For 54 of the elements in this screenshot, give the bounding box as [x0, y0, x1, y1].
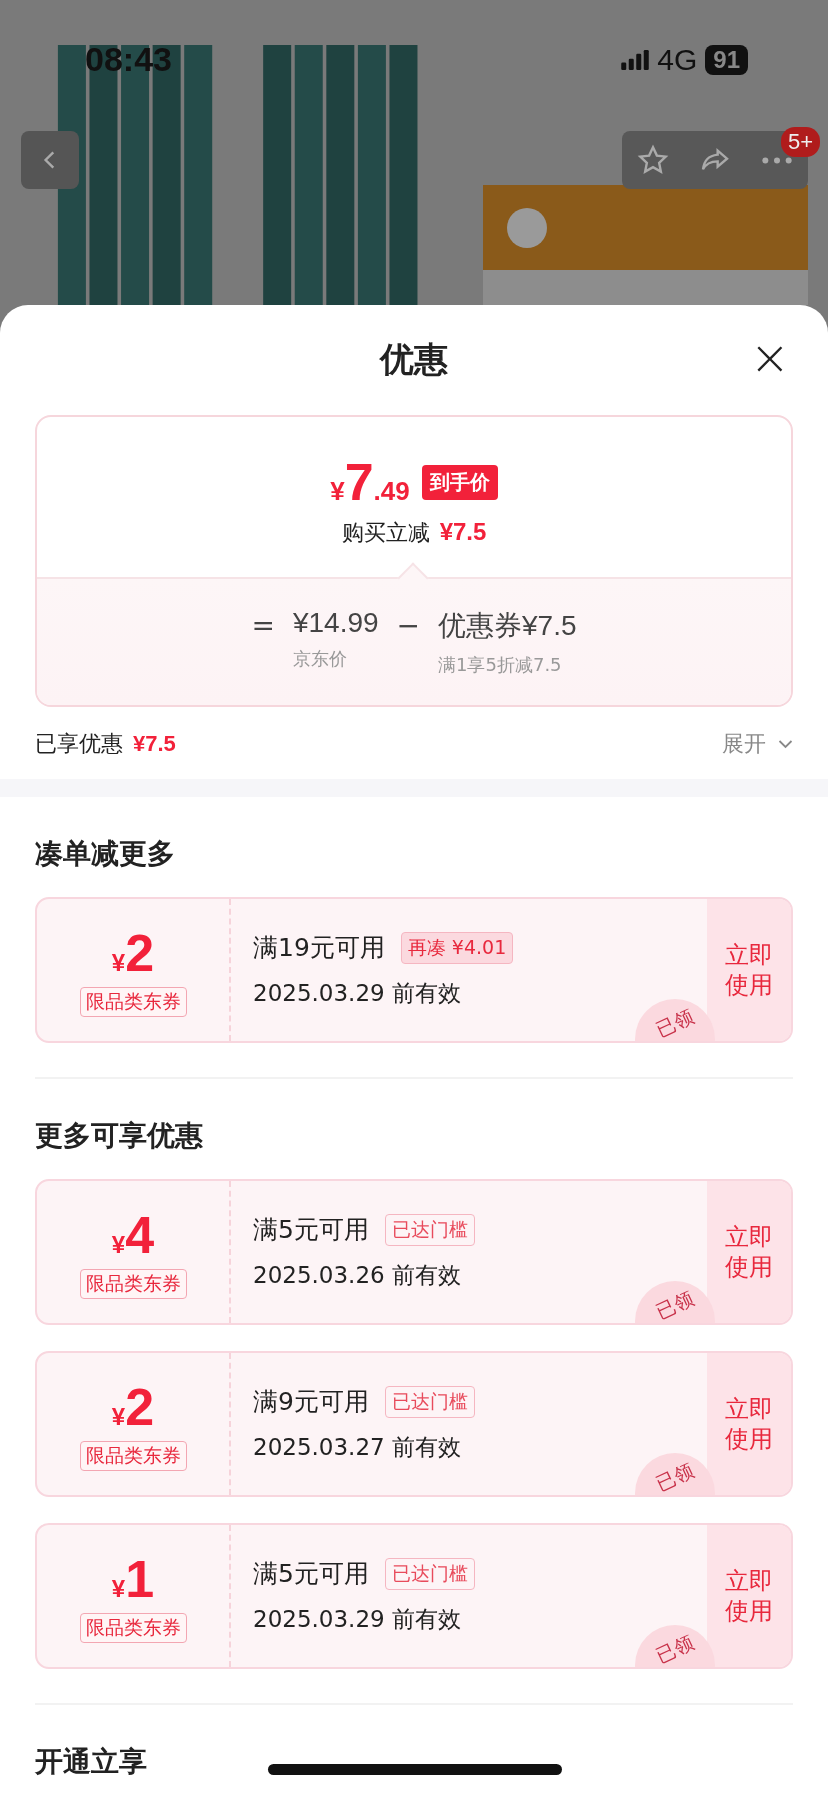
coupon-type-tag: 限品类东券 [79, 1269, 187, 1299]
base-price: ¥14.99 [292, 607, 379, 639]
section-title: 凑单减更多 [35, 836, 175, 872]
final-price: ¥7.49 [330, 452, 410, 512]
coupon-type-tag: 限品类东券 [79, 987, 187, 1017]
coupon-amount: ¥1 [111, 1549, 155, 1609]
use-now-button[interactable]: 立即使用 [707, 1181, 791, 1323]
status-tag: 已达门槛 [384, 1213, 475, 1246]
use-now-button[interactable]: 立即使用 [707, 1353, 791, 1495]
discount-value: ¥7.5 [133, 731, 176, 757]
chevron-icon [778, 739, 793, 749]
price-tag: 到手价 [421, 464, 498, 500]
star-icon [637, 144, 669, 176]
stamp-label: 已领 [652, 1630, 698, 1667]
network-label: 4G [657, 42, 698, 77]
use-now-button[interactable]: 立即使用 [707, 1525, 791, 1667]
discount-label: 已享优惠 [35, 730, 123, 758]
coupon-amount: ¥4 [111, 1205, 155, 1265]
section-title: 更多可享优惠 [35, 1118, 203, 1154]
coupon-type-tag: 限品类东券 [79, 1441, 187, 1471]
status-tag: 已达门槛 [384, 1385, 475, 1418]
expiry-date: 2025.03.29 前有效 [253, 1605, 462, 1634]
battery-level: 91 [705, 44, 748, 75]
coupon-condition: 满5元可用 [253, 1558, 369, 1590]
section-title: 开通立享 [35, 1744, 147, 1780]
notification-badge: 5+ [780, 127, 820, 157]
equals-sign: = [251, 608, 275, 642]
coupon-type-tag: 限品类东券 [79, 1613, 187, 1643]
coupon-condition: 满9元可用 [253, 1386, 369, 1418]
expiry-date: 2025.03.27 前有效 [253, 1433, 462, 1462]
status-tag: 再凑 ¥4.01 [400, 931, 514, 964]
status-tag: 已达门槛 [384, 1557, 475, 1590]
coupon-amount: ¥2 [111, 923, 155, 983]
stamp-label: 已领 [652, 1286, 698, 1323]
use-now-button[interactable]: 立即使用 [707, 899, 791, 1041]
signal-icon [621, 49, 650, 70]
sheet-title: 优惠 [380, 338, 448, 381]
coupon-value: 优惠券¥7.5 [438, 609, 577, 643]
back-button[interactable] [21, 131, 79, 189]
stamp-label: 已领 [652, 1004, 698, 1041]
expiry-date: 2025.03.26 前有效 [253, 1261, 462, 1290]
stamp-label: 已领 [652, 1458, 698, 1495]
saving-label: 购买立减 [341, 519, 430, 547]
saving-value: ¥7.5 [439, 518, 487, 546]
base-price-label: 京东价 [292, 647, 348, 671]
minus-sign: − [396, 608, 421, 642]
expand-button[interactable]: 展开 [722, 729, 793, 759]
expiry-date: 2025.03.29 前有效 [253, 979, 462, 1008]
coupon-amount: ¥2 [111, 1377, 155, 1437]
coupon-rule: 满1享5折减7.5 [438, 653, 563, 677]
coupon-condition: 满19元可用 [253, 932, 385, 964]
more-icon [762, 156, 792, 164]
coupon-condition: 满5元可用 [253, 1214, 369, 1246]
close-button[interactable]: × [743, 333, 796, 381]
